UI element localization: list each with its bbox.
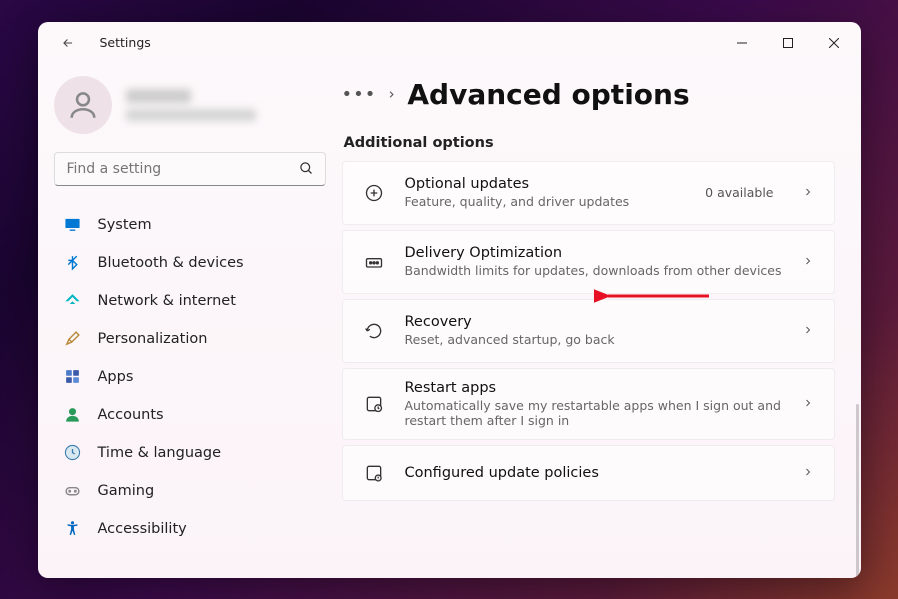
card-body: Restart apps Automatically save my resta… xyxy=(405,380,782,428)
section-heading: Additional options xyxy=(344,135,835,151)
chevron-right-icon xyxy=(802,321,814,340)
sidebar-item-gaming[interactable]: Gaming xyxy=(54,472,326,510)
card-title: Optional updates xyxy=(405,176,686,192)
card-body: Configured update policies xyxy=(405,465,782,481)
brush-icon xyxy=(64,330,82,348)
chevron-right-icon xyxy=(802,252,814,271)
nav: System Bluetooth & devices Network & inter… xyxy=(54,206,326,578)
monitor-icon xyxy=(64,216,82,234)
settings-window: Settings Syst xyxy=(38,22,861,578)
avatar xyxy=(54,76,112,134)
policy-icon xyxy=(363,463,385,483)
wifi-icon xyxy=(64,292,82,310)
scrollbar[interactable] xyxy=(856,404,859,578)
titlebar: Settings xyxy=(38,22,861,64)
breadcrumb: ••• Advanced options xyxy=(342,78,835,111)
sidebar: System Bluetooth & devices Network & inter… xyxy=(38,64,342,578)
card-restart-apps[interactable]: Restart apps Automatically save my resta… xyxy=(342,368,835,440)
maximize-button[interactable] xyxy=(765,24,811,62)
bluetooth-icon xyxy=(64,254,82,272)
search-box[interactable] xyxy=(54,152,326,186)
sidebar-item-apps[interactable]: Apps xyxy=(54,358,326,396)
sidebar-item-label: Accessibility xyxy=(98,521,187,537)
chevron-right-icon xyxy=(386,85,397,104)
profile[interactable] xyxy=(54,76,326,134)
chevron-right-icon xyxy=(802,394,814,413)
delivery-icon xyxy=(363,252,385,272)
sidebar-item-label: Accounts xyxy=(98,407,164,423)
cards-list: Optional updates Feature, quality, and d… xyxy=(342,161,835,501)
account-icon xyxy=(64,406,82,424)
card-subtitle: Automatically save my restartable apps w… xyxy=(405,398,782,428)
card-right-text: 0 available xyxy=(705,185,773,200)
profile-text xyxy=(126,89,256,121)
plus-circle-icon xyxy=(363,183,385,203)
card-body: Optional updates Feature, quality, and d… xyxy=(405,176,686,209)
card-configured-update-policies[interactable]: Configured update policies xyxy=(342,445,835,501)
app-title: Settings xyxy=(100,35,151,50)
card-title: Configured update policies xyxy=(405,465,782,481)
gaming-icon xyxy=(64,482,82,500)
sidebar-item-accounts[interactable]: Accounts xyxy=(54,396,326,434)
content: System Bluetooth & devices Network & inter… xyxy=(38,64,861,578)
card-optional-updates[interactable]: Optional updates Feature, quality, and d… xyxy=(342,161,835,225)
minimize-button[interactable] xyxy=(719,24,765,62)
search-icon xyxy=(299,161,314,180)
sidebar-item-bluetooth-devices[interactable]: Bluetooth & devices xyxy=(54,244,326,282)
chevron-right-icon xyxy=(802,183,814,202)
sidebar-item-label: Gaming xyxy=(98,483,155,499)
card-body: Delivery Optimization Bandwidth limits f… xyxy=(405,245,782,278)
card-delivery-optimization[interactable]: Delivery Optimization Bandwidth limits f… xyxy=(342,230,835,294)
card-title: Delivery Optimization xyxy=(405,245,782,261)
sidebar-item-label: Apps xyxy=(98,369,134,385)
main: ••• Advanced options Additional options … xyxy=(342,64,861,578)
card-subtitle: Reset, advanced startup, go back xyxy=(405,332,782,347)
sidebar-item-label: System xyxy=(98,217,152,233)
search-input[interactable] xyxy=(54,152,326,186)
card-recovery[interactable]: Recovery Reset, advanced startup, go bac… xyxy=(342,299,835,363)
sidebar-item-personalization[interactable]: Personalization xyxy=(54,320,326,358)
back-button[interactable] xyxy=(58,33,78,53)
accessibility-icon xyxy=(64,520,82,538)
restart-icon xyxy=(363,394,385,414)
sidebar-item-label: Personalization xyxy=(98,331,208,347)
sidebar-item-system[interactable]: System xyxy=(54,206,326,244)
window-controls xyxy=(719,24,857,62)
card-title: Restart apps xyxy=(405,380,782,396)
card-subtitle: Feature, quality, and driver updates xyxy=(405,194,686,209)
close-button[interactable] xyxy=(811,24,857,62)
clock-icon xyxy=(64,444,82,462)
card-subtitle: Bandwidth limits for updates, downloads … xyxy=(405,263,782,278)
card-title: Recovery xyxy=(405,314,782,330)
sidebar-item-label: Time & language xyxy=(98,445,222,461)
sidebar-item-time-language[interactable]: Time & language xyxy=(54,434,326,472)
sidebar-item-accessibility[interactable]: Accessibility xyxy=(54,510,326,548)
apps-icon xyxy=(64,368,82,386)
breadcrumb-more[interactable]: ••• xyxy=(342,84,377,105)
card-body: Recovery Reset, advanced startup, go bac… xyxy=(405,314,782,347)
sidebar-item-network-internet[interactable]: Network & internet xyxy=(54,282,326,320)
chevron-right-icon xyxy=(802,463,814,482)
sidebar-item-label: Network & internet xyxy=(98,293,236,309)
page-title: Advanced options xyxy=(407,78,689,111)
sidebar-item-label: Bluetooth & devices xyxy=(98,255,244,271)
recovery-icon xyxy=(363,321,385,341)
